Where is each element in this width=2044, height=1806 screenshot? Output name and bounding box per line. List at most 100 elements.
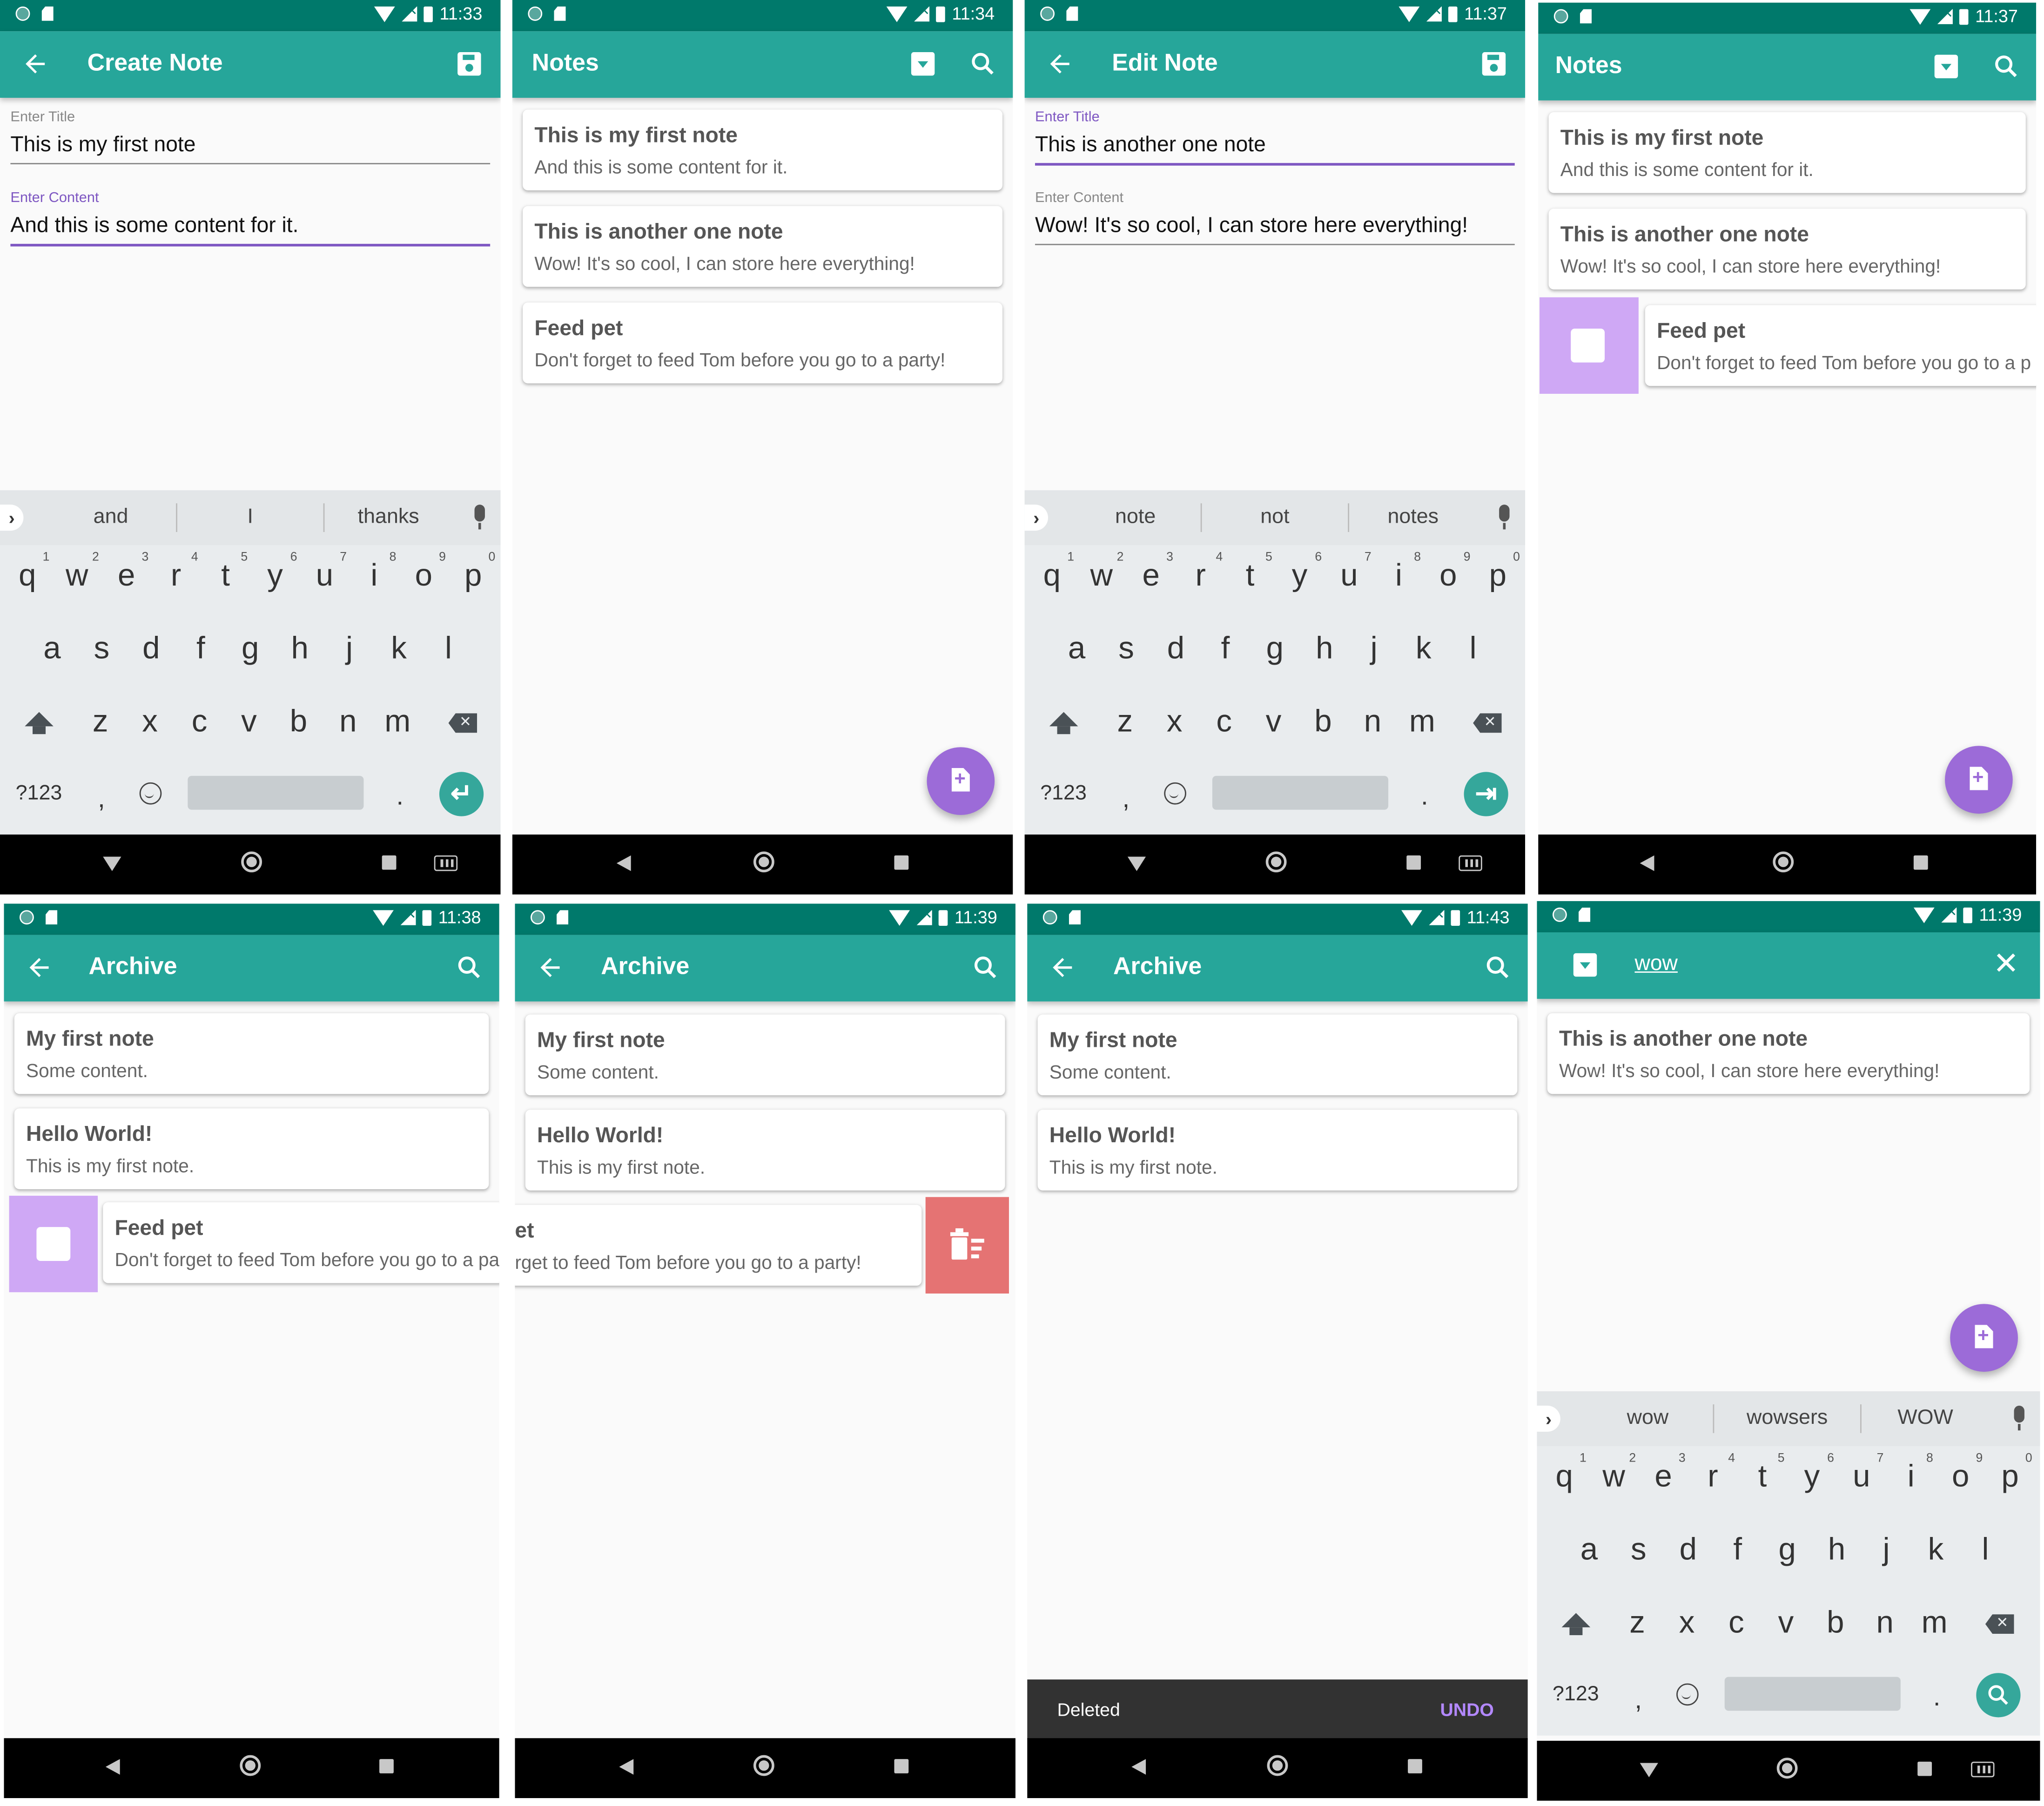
space-bar[interactable] <box>1724 1677 1901 1711</box>
key[interactable]: t5 <box>1743 1451 1785 1496</box>
key[interactable]: v <box>1254 704 1293 741</box>
key[interactable]: b <box>1304 704 1343 741</box>
archive-icon[interactable] <box>1934 54 1958 79</box>
nav-home-icon[interactable] <box>1267 1755 1288 1776</box>
comma-key[interactable]: , <box>1123 785 1130 815</box>
key[interactable]: c <box>1204 704 1244 741</box>
key[interactable]: l <box>429 631 468 667</box>
shift-icon[interactable] <box>1049 712 1078 735</box>
save-icon[interactable] <box>1482 52 1506 76</box>
key[interactable]: x <box>1155 704 1194 741</box>
nav-recents-icon[interactable] <box>382 855 397 870</box>
key[interactable]: g <box>1768 1532 1807 1569</box>
key[interactable]: d <box>1156 631 1195 667</box>
nav-recents-icon[interactable] <box>1406 855 1421 870</box>
expand-chevron-icon[interactable]: › <box>1537 1405 1560 1432</box>
backspace-icon[interactable]: ✕ <box>1985 1614 2014 1634</box>
key[interactable]: v <box>229 704 269 741</box>
expand-chevron-icon[interactable]: › <box>1024 505 1049 531</box>
nav-recents-icon[interactable] <box>1913 855 1928 870</box>
back-arrow-icon[interactable] <box>21 49 50 78</box>
key[interactable]: h <box>280 631 319 667</box>
nav-home-icon[interactable] <box>1265 851 1287 873</box>
search-icon[interactable] <box>1484 953 1513 982</box>
search-icon[interactable] <box>455 953 484 982</box>
key[interactable]: i8 <box>1379 550 1421 594</box>
key[interactable]: p0 <box>1990 1451 2032 1496</box>
add-note-button[interactable] <box>1945 746 2013 814</box>
title-input[interactable]: This is another one note <box>1035 133 1515 166</box>
key[interactable]: y6 <box>1792 1451 1834 1496</box>
add-note-button[interactable] <box>927 747 995 815</box>
note-card-swiping[interactable]: Feed pet Don't forget to feed Tom before … <box>103 1202 499 1283</box>
nav-home-icon[interactable] <box>240 1755 261 1776</box>
microphone-icon[interactable] <box>1499 505 1510 530</box>
symbols-key[interactable]: ?123 <box>1553 1684 1599 1707</box>
title-field[interactable]: Enter Title This is another one note <box>1035 109 1515 166</box>
key[interactable]: u7 <box>305 550 347 594</box>
suggestion-item[interactable]: I <box>179 506 322 529</box>
key[interactable]: u7 <box>1330 550 1371 594</box>
key[interactable]: c <box>1717 1605 1756 1642</box>
nav-home-icon[interactable] <box>241 851 262 873</box>
content-input[interactable]: And this is some content for it. <box>10 214 491 247</box>
key[interactable]: m <box>1915 1605 1954 1642</box>
key[interactable]: a <box>33 631 72 667</box>
suggestion-item[interactable]: not <box>1203 506 1346 529</box>
microphone-icon[interactable] <box>2014 1405 2024 1431</box>
note-card[interactable]: My first note Some content. <box>1037 1014 1518 1096</box>
shift-icon[interactable] <box>25 712 54 735</box>
note-card[interactable]: This is another one note Wow! It's so coo… <box>1548 209 2026 290</box>
key[interactable]: q1 <box>1032 550 1074 594</box>
note-card-swiping[interactable]: et rget to feed Tom before you go to a pa… <box>515 1205 922 1286</box>
search-icon[interactable] <box>1992 52 2021 81</box>
save-icon[interactable] <box>457 52 481 76</box>
back-arrow-icon[interactable] <box>536 953 565 982</box>
key[interactable]: s <box>82 631 121 667</box>
nav-recents-icon[interactable] <box>379 1759 394 1773</box>
space-bar[interactable] <box>188 775 364 810</box>
key[interactable]: x <box>130 704 169 741</box>
key[interactable]: n <box>1865 1605 1904 1642</box>
note-card[interactable]: This is my first note And this is some co… <box>1548 112 2026 193</box>
key[interactable]: m <box>378 704 417 741</box>
suggestion-item[interactable]: note <box>1064 506 1207 529</box>
nav-back-icon[interactable] <box>619 1759 634 1775</box>
note-card[interactable]: This is my first note And this is some co… <box>523 109 1002 191</box>
content-input[interactable]: Wow! It's so cool, I can store here ever… <box>1035 214 1515 245</box>
space-bar[interactable] <box>1212 775 1389 810</box>
content-field[interactable]: Enter Content And this is some content f… <box>10 190 491 247</box>
key[interactable]: e3 <box>1131 550 1173 594</box>
suggestion-item[interactable]: and <box>39 506 182 529</box>
key[interactable]: i8 <box>1891 1451 1933 1496</box>
key[interactable]: s <box>1107 631 1146 667</box>
key[interactable]: i8 <box>355 550 396 594</box>
key[interactable]: d <box>132 631 171 667</box>
key[interactable]: p0 <box>454 550 495 594</box>
nav-recents-icon[interactable] <box>894 1759 909 1773</box>
period-key[interactable]: . <box>397 782 404 812</box>
key[interactable]: y6 <box>1280 550 1322 594</box>
key[interactable]: w2 <box>1594 1451 1636 1496</box>
emoji-icon[interactable] <box>1676 1683 1699 1706</box>
key[interactable]: u7 <box>1842 1451 1883 1496</box>
back-arrow-icon[interactable] <box>1045 49 1074 78</box>
key[interactable]: g <box>1255 631 1294 667</box>
nav-back-icon[interactable] <box>1640 855 1654 871</box>
key[interactable]: j <box>1354 631 1393 667</box>
key[interactable]: d <box>1668 1532 1708 1569</box>
key[interactable]: o9 <box>1941 1451 1983 1496</box>
key[interactable]: k <box>379 631 418 667</box>
search-input[interactable]: wow <box>1634 952 1677 977</box>
key[interactable]: r4 <box>1693 1451 1735 1496</box>
shift-icon[interactable] <box>1561 1613 1591 1635</box>
nav-home-icon[interactable] <box>753 851 774 873</box>
search-key[interactable] <box>1976 1673 2021 1718</box>
nav-back-icon[interactable] <box>616 855 631 871</box>
symbols-key[interactable]: ?123 <box>1040 782 1087 806</box>
key[interactable]: a <box>1569 1532 1608 1569</box>
key[interactable]: h <box>1305 631 1344 667</box>
search-icon[interactable] <box>971 953 1000 982</box>
key[interactable]: t5 <box>1230 550 1272 594</box>
keyboard-switch-icon[interactable] <box>1459 855 1482 871</box>
